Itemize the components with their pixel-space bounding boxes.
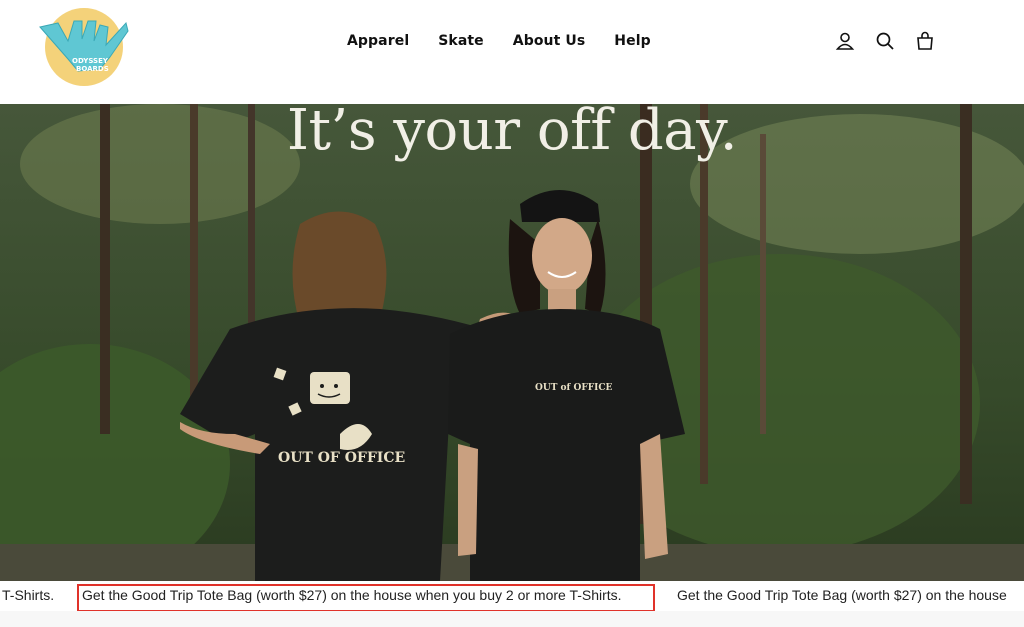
- nav-help[interactable]: Help: [614, 33, 650, 49]
- nav-apparel[interactable]: Apparel: [347, 33, 409, 49]
- cart-icon[interactable]: [914, 30, 936, 52]
- svg-text:OUT OF OFFICE: OUT OF OFFICE: [278, 450, 405, 466]
- main-nav: Apparel Skate About Us Help: [347, 33, 651, 49]
- announcement-fragment: T-Shirts.: [2, 587, 55, 603]
- header-actions: [834, 30, 936, 52]
- svg-text:ODYSSEY: ODYSSEY: [72, 57, 109, 65]
- svg-text:BOARDS: BOARDS: [76, 65, 109, 73]
- highlight-box: [77, 584, 655, 612]
- hero-banner[interactable]: OUT OF OFFICE OUT of OFFICE It’s your of…: [0, 104, 1024, 581]
- search-icon[interactable]: [874, 30, 896, 52]
- site-header: ODYSSEY BOARDS Apparel Skate About Us He…: [0, 0, 1024, 104]
- hero-headline: It’s your off day.: [286, 104, 738, 163]
- hero-photo: OUT OF OFFICE OUT of OFFICE: [0, 104, 1024, 581]
- user-icon[interactable]: [834, 30, 856, 52]
- shaka-hand-icon: ODYSSEY BOARDS: [39, 8, 129, 86]
- brand-logo[interactable]: ODYSSEY BOARDS: [38, 7, 130, 87]
- nav-skate[interactable]: Skate: [438, 33, 484, 49]
- nav-about-us[interactable]: About Us: [513, 33, 586, 49]
- page-bottom-strip: [0, 611, 1024, 627]
- announcement-message-repeat[interactable]: Get the Good Trip Tote Bag (worth $27) o…: [677, 587, 1007, 603]
- shirt-front-text: OUT of OFFICE: [535, 383, 613, 393]
